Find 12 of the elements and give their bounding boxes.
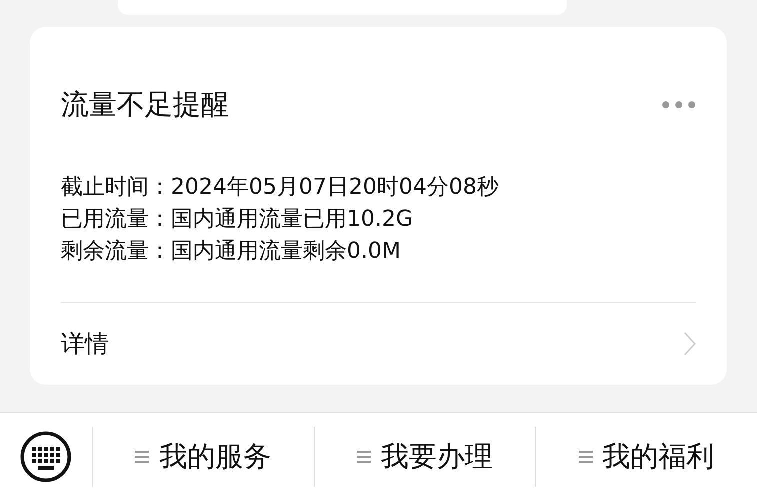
info-label: 截止时间： xyxy=(61,174,171,202)
card-title: 流量不足提醒 xyxy=(61,87,229,123)
info-label: 已用流量： xyxy=(61,206,171,234)
detail-row[interactable]: 详情 xyxy=(61,303,696,385)
menu-item[interactable]: 我要办理 xyxy=(314,427,536,487)
detail-label: 详情 xyxy=(61,329,109,360)
info-value: 国内通用流量已用10.2G xyxy=(171,206,414,234)
info-value: 2024年05月07日20时04分08秒 xyxy=(171,174,499,202)
menu-item[interactable]: 我的服务 xyxy=(92,427,314,487)
menu-item[interactable]: 我的福利 xyxy=(535,427,757,487)
info-value: 国内通用流量剩余0.0M xyxy=(171,238,401,266)
info-label: 剩余流量： xyxy=(61,238,171,266)
